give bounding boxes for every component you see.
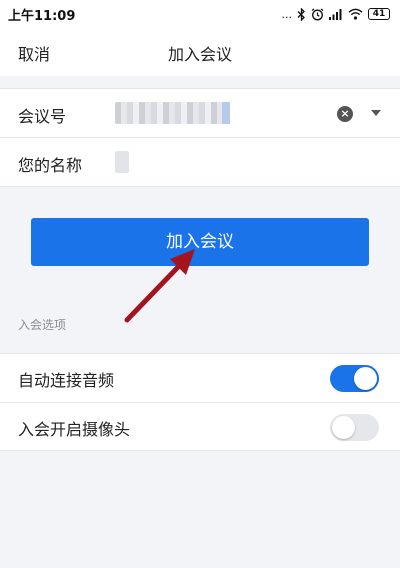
page-title: 加入会议 [167,45,232,64]
options-group: 自动连接音频 入会开启摄像头 [0,353,400,451]
name-input[interactable] [115,151,129,173]
option-label: 自动连接音频 [18,371,115,390]
auto-audio-toggle[interactable] [330,365,379,392]
annotation-arrow-icon [124,249,195,323]
clear-icon[interactable]: × [337,106,353,122]
join-meeting-button[interactable]: 加入会议 [31,218,369,266]
wifi-icon [348,8,363,20]
meeting-id-row: 会议号 × [0,89,400,138]
meeting-id-input[interactable] [115,102,230,124]
alarm-icon [311,7,324,20]
option-camera: 入会开启摄像头 [0,403,400,452]
option-auto-audio: 自动连接音频 [0,354,400,403]
options-section-title: 入会选项 [18,318,67,332]
battery-icon: 41 [368,8,390,20]
toggle-knob [354,367,377,390]
camera-toggle[interactable] [330,414,379,441]
signal-icon [329,9,342,20]
status-bar: 上午11:09 ... 41 [0,0,400,28]
meeting-id-label: 会议号 [18,107,67,126]
option-label: 入会开启摄像头 [18,420,131,439]
status-icons: ... 41 [281,7,390,21]
name-row: 您的名称 [0,138,400,187]
join-form: 会议号 × 您的名称 [0,88,400,187]
bluetooth-icon [297,7,305,21]
dropdown-icon[interactable] [371,110,381,116]
dots-icon: ... [281,7,293,21]
toggle-knob [332,416,355,439]
status-time: 上午11:09 [8,8,76,24]
cancel-button[interactable]: 取消 [18,41,50,65]
nav-bar: 加入会议 取消 [0,28,400,76]
name-label: 您的名称 [18,156,83,175]
